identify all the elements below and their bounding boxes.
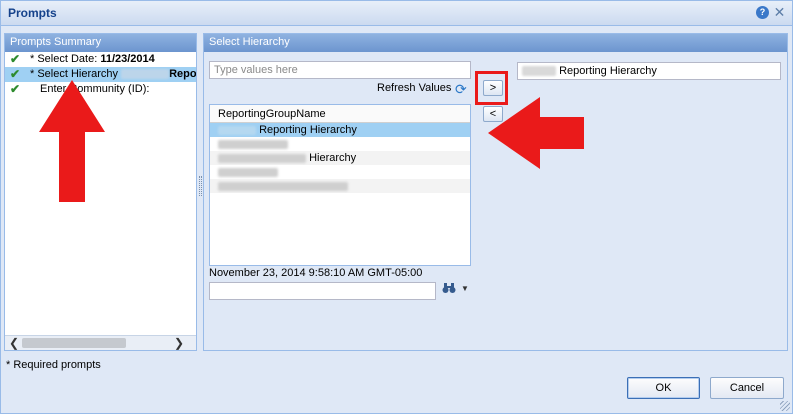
redacted-text <box>218 153 306 163</box>
list-column-header: ReportingGroupName <box>210 105 470 123</box>
scroll-thumb[interactable] <box>22 338 126 348</box>
list-item[interactable] <box>210 137 470 151</box>
summary-item-label: * Select Date: <box>30 53 101 65</box>
close-icon[interactable]: ✕ <box>773 5 786 19</box>
summary-item-value: 11/23/2014 <box>100 53 155 65</box>
resize-grip-icon[interactable] <box>780 401 790 411</box>
chevron-down-icon[interactable]: ▼ <box>461 284 469 293</box>
summary-scrollbar[interactable]: ❮ ❯ <box>5 335 196 350</box>
list-item[interactable] <box>210 165 470 179</box>
panel-splitter[interactable] <box>199 176 202 196</box>
redacted-text <box>218 125 256 135</box>
redacted-text <box>121 69 170 80</box>
summary-item-label: * Select Hierarchy <box>30 68 122 80</box>
list-item-label: Hierarchy <box>309 152 357 164</box>
scroll-right-icon[interactable]: ❯ <box>172 336 186 350</box>
redacted-text <box>522 66 556 77</box>
cancel-button[interactable]: Cancel <box>710 377 784 399</box>
last-refresh-timestamp: November 23, 2014 9:58:10 AM GMT-05:00 <box>209 267 423 279</box>
dialog-title: Prompts <box>8 6 57 20</box>
prompts-dialog: Prompts ? ✕ Prompts Summary ✔ * Select D… <box>0 0 793 414</box>
annotation-arrow-up-icon <box>39 80 105 202</box>
redacted-text <box>218 181 348 191</box>
search-input[interactable] <box>209 61 471 79</box>
required-prompts-note: * Required prompts <box>6 359 101 371</box>
list-item[interactable] <box>210 179 470 193</box>
check-icon: ✔ <box>10 67 21 81</box>
search-field[interactable] <box>209 282 436 300</box>
list-item[interactable]: Hierarchy <box>210 151 470 165</box>
check-icon: ✔ <box>10 82 21 96</box>
scroll-left-icon[interactable]: ❮ <box>7 336 21 350</box>
selected-value: Reporting Hierarchy <box>559 65 657 77</box>
ok-button[interactable]: OK <box>627 377 700 399</box>
refresh-values-link[interactable]: Refresh Values <box>377 82 451 94</box>
selected-values-field[interactable]: Reporting Hierarchy <box>517 62 781 80</box>
annotation-arrow-left-icon <box>488 97 584 169</box>
summary-item-date[interactable]: ✔ * Select Date: 11/23/2014 <box>5 52 196 67</box>
prompts-summary-header: Prompts Summary <box>5 34 196 52</box>
select-hierarchy-header: Select Hierarchy <box>204 34 787 52</box>
summary-item-value: Repo <box>169 68 196 80</box>
select-hierarchy-panel: Select Hierarchy Refresh Values ⟳ > < Re… <box>203 33 788 351</box>
refresh-icon[interactable]: ⟳ <box>455 81 467 98</box>
redacted-text <box>218 167 278 177</box>
values-list[interactable]: ReportingGroupName Reporting Hierarchy H… <box>209 104 471 266</box>
check-icon: ✔ <box>10 52 21 66</box>
list-item[interactable]: Reporting Hierarchy <box>210 123 470 137</box>
dialog-titlebar: Prompts ? ✕ <box>1 1 792 26</box>
redacted-text <box>218 139 288 149</box>
help-icon[interactable]: ? <box>756 6 769 19</box>
list-item-label: Reporting Hierarchy <box>259 124 357 136</box>
binoculars-icon[interactable] <box>442 282 456 297</box>
